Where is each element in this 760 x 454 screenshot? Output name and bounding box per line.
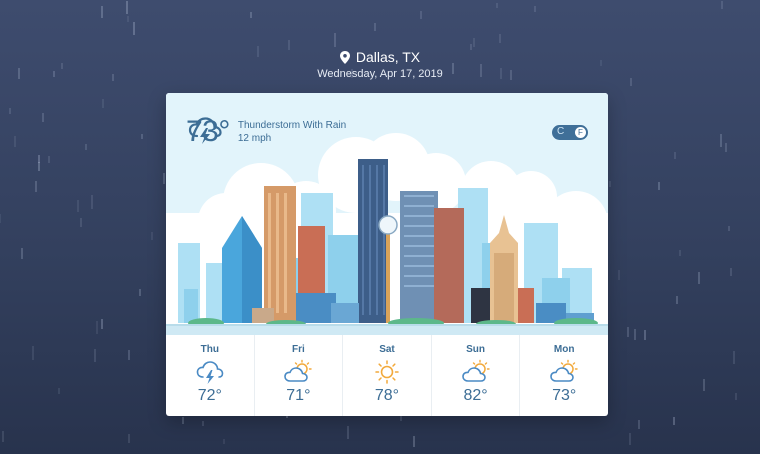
condition-text: Thunderstorm With Rain bbox=[237, 120, 347, 131]
partly-cloudy-icon bbox=[284, 359, 313, 382]
current-conditions: 73° Thunderstorm With Rain 12 mph bbox=[186, 115, 346, 149]
forecast-day-name: Sat bbox=[379, 344, 395, 355]
forecast-row: Thu 72° Fri 71° Sat 78° Sun 82° Mon 73° bbox=[166, 335, 608, 416]
brown-tower bbox=[434, 208, 464, 323]
forecast-day-name: Fri bbox=[292, 344, 305, 355]
forecast-day-thu[interactable]: Thu 72° bbox=[166, 335, 255, 416]
current-date: Wednesday, Apr 17, 2019 bbox=[317, 68, 443, 80]
partly-cloudy-icon bbox=[461, 359, 490, 382]
forecast-day-sun[interactable]: Sun 82° bbox=[432, 335, 521, 416]
map-pin-icon bbox=[339, 50, 350, 64]
forecast-temp: 72° bbox=[197, 387, 222, 404]
forecast-day-mon[interactable]: Mon 73° bbox=[520, 335, 608, 416]
forecast-temp: 78° bbox=[374, 387, 400, 404]
forecast-day-name: Mon bbox=[553, 344, 575, 355]
fahrenheit-label[interactable]: F bbox=[575, 127, 586, 138]
forecast-temp: 73° bbox=[552, 387, 577, 404]
forecast-day-sat[interactable]: Sat 78° bbox=[343, 335, 432, 416]
sun-icon bbox=[375, 360, 399, 384]
city-name: Dallas, TX bbox=[355, 49, 421, 65]
condition-details: Thunderstorm With Rain 12 mph bbox=[238, 119, 346, 145]
celsius-label[interactable]: C bbox=[557, 126, 564, 137]
partly-cloudy-icon bbox=[550, 359, 578, 382]
city-skyline-illustration: 73° Thunderstorm With Rain 12 mph C F bbox=[166, 93, 608, 335]
dark-block bbox=[471, 288, 493, 323]
forecast-day-name: Sun bbox=[466, 344, 486, 355]
forecast-temp: 71° bbox=[286, 387, 311, 404]
weather-card: 73° Thunderstorm With Rain 12 mph C F Th… bbox=[166, 93, 608, 416]
thunderstorm-icon bbox=[196, 361, 224, 384]
forecast-temp: 82° bbox=[463, 387, 488, 404]
reunion-tower bbox=[386, 233, 390, 323]
unit-toggle[interactable]: C F bbox=[552, 125, 588, 140]
thunderstorm-icon bbox=[188, 117, 222, 144]
location-header: Dallas, TX Wednesday, Apr 17, 2019 bbox=[0, 48, 760, 81]
location-line: Dallas, TX bbox=[0, 48, 760, 66]
forecast-day-name: Thu bbox=[200, 344, 219, 355]
forecast-day-fri[interactable]: Fri 71° bbox=[255, 335, 344, 416]
wind-speed: 12 mph bbox=[237, 133, 272, 144]
